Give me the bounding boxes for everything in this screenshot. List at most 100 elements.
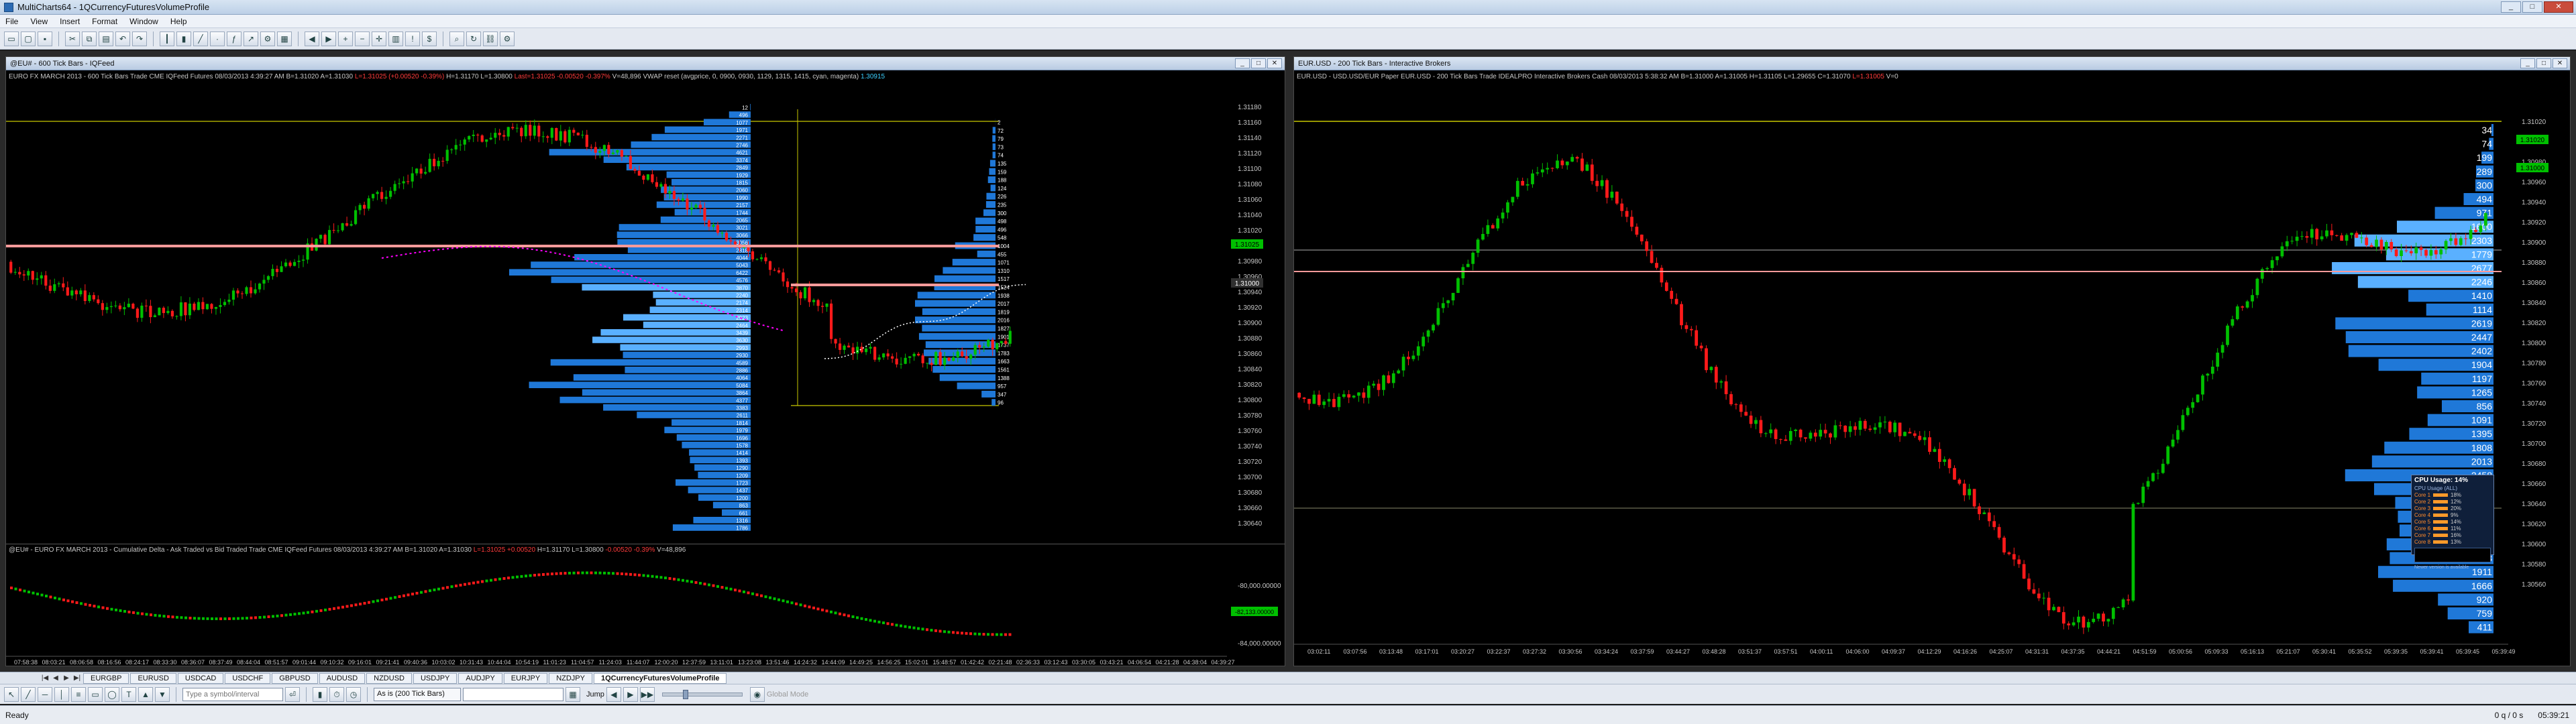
link-icon[interactable]: ⛓: [483, 31, 498, 46]
go-icon[interactable]: ⏎: [285, 686, 300, 702]
ellipse-icon[interactable]: ◯: [105, 686, 119, 702]
insert-signal-icon[interactable]: ↗: [244, 31, 258, 46]
workspace-tab[interactable]: USDJPY: [413, 672, 458, 684]
symbol-interval-input[interactable]: [182, 687, 283, 701]
cpu-core-row: Core 5 14%: [2412, 518, 2493, 525]
fibonacci-icon[interactable]: ≡: [71, 686, 86, 702]
date-jump-input[interactable]: [463, 687, 564, 701]
workspace-tab[interactable]: AUDJPY: [458, 672, 502, 684]
magnifier-icon[interactable]: ⌕: [449, 31, 464, 46]
session-icon[interactable]: ◷: [346, 686, 361, 702]
workspace-tab[interactable]: NZDUSD: [366, 672, 412, 684]
workspace-tab[interactable]: AUDUSD: [319, 672, 366, 684]
crosshair-icon[interactable]: ✛: [372, 31, 386, 46]
tab-prev-icon[interactable]: ◀: [51, 674, 60, 682]
line-chart-icon[interactable]: ╱: [193, 31, 208, 46]
workspace-tab[interactable]: NZDJPY: [549, 672, 592, 684]
workspace-tab[interactable]: 1QCurrencyFuturesVolumeProfile: [593, 672, 727, 684]
workspace-tab[interactable]: GBPUSD: [272, 672, 318, 684]
right-price-candle: [1575, 157, 1579, 159]
tab-first-icon[interactable]: |◀: [40, 674, 50, 682]
menu-insert[interactable]: Insert: [60, 17, 80, 26]
insert-study-icon[interactable]: ƒ: [227, 31, 241, 46]
data-window-icon[interactable]: ▥: [388, 31, 403, 46]
cpu-widget-footer[interactable]: Newer version is available: [2412, 565, 2493, 570]
cumulative-delta-bar: [372, 600, 375, 603]
arrow-down-icon[interactable]: ▼: [155, 686, 170, 702]
vertical-line-icon[interactable]: │: [54, 686, 69, 702]
volume-profile-value: 1437: [736, 488, 748, 494]
play-icon[interactable]: ▶: [623, 686, 638, 702]
resolution-icon[interactable]: ⏱: [329, 686, 344, 702]
chart-type-icon[interactable]: ▮: [313, 686, 327, 702]
resolution-select[interactable]: As is (200 Tick Bars): [374, 687, 461, 701]
trendline-icon[interactable]: ╱: [21, 686, 36, 702]
alert-icon[interactable]: !: [405, 31, 420, 46]
order-icon[interactable]: $: [422, 31, 437, 46]
workspace-tab[interactable]: EURJPY: [503, 672, 548, 684]
left-price-candle: [559, 131, 562, 141]
left-price-candle: [568, 129, 571, 143]
rectangle-icon[interactable]: ▭: [88, 686, 103, 702]
format-icon[interactable]: ⚙: [260, 31, 275, 46]
fast-forward-icon[interactable]: ▶▶: [639, 686, 655, 702]
right-chart-window[interactable]: EUR.USD - 200 Tick Bars - Interactive Br…: [1293, 56, 2571, 666]
left-price-candle: [262, 280, 266, 284]
workspace-tab[interactable]: EURGBP: [83, 672, 129, 684]
left-price-chart[interactable]: 1.31180 1.31160 1.31140 1.31120 1.31100 1.310…: [6, 57, 1286, 667]
save-icon[interactable]: ▪: [38, 31, 52, 46]
calendar-icon[interactable]: ▦: [566, 686, 580, 702]
undo-icon[interactable]: ↶: [115, 31, 130, 46]
cut-icon[interactable]: ✂: [65, 31, 80, 46]
cpu-usage-widget[interactable]: CPU Usage: 14% CPU Usage (ALL) Core 1 18%…: [2411, 475, 2494, 570]
open-icon[interactable]: ▢: [21, 31, 36, 46]
zoom-out-icon[interactable]: −: [355, 31, 370, 46]
dot-chart-icon[interactable]: ·: [210, 31, 225, 46]
slider-thumb[interactable]: [682, 689, 688, 699]
paste-icon[interactable]: ▤: [99, 31, 113, 46]
tab-next-icon[interactable]: ▶: [62, 674, 71, 682]
workspace-tab[interactable]: EURUSD: [130, 672, 176, 684]
copy-icon[interactable]: ⧉: [82, 31, 97, 46]
jump-button[interactable]: Jump: [586, 690, 604, 699]
bar-chart-icon[interactable]: ┃: [160, 31, 174, 46]
cumulative-delta-bar: [272, 615, 274, 618]
settings-icon[interactable]: ⚙: [500, 31, 515, 46]
volume-profile-value: 411: [2477, 622, 2493, 633]
zoom-in-icon[interactable]: +: [338, 31, 353, 46]
menu-file[interactable]: File: [5, 17, 18, 26]
arrow-up-icon[interactable]: ▲: [138, 686, 153, 702]
left-chart-window[interactable]: @EU# - 600 Tick Bars - IQFeed _ □ ✕ EURO…: [5, 56, 1285, 666]
right-price-candle: [1754, 420, 1758, 424]
workspace-tab[interactable]: USDCHF: [225, 672, 271, 684]
scroll-left-icon[interactable]: ◀: [305, 31, 319, 46]
scroll-right-icon[interactable]: ▶: [321, 31, 336, 46]
pointer-icon[interactable]: ↖: [4, 686, 19, 702]
workspace-tab[interactable]: USDCAD: [177, 672, 224, 684]
right-price-chart[interactable]: 1.310201.310001.309801.309601.309401.309…: [1294, 57, 2571, 667]
menu-format[interactable]: Format: [92, 17, 117, 26]
right-price-candle: [2077, 616, 2080, 623]
minimize-button[interactable]: _: [2501, 1, 2521, 13]
text-tool-icon[interactable]: T: [121, 686, 136, 702]
play-back-icon[interactable]: ◀: [606, 686, 621, 702]
new-chart-icon[interactable]: ▭: [4, 31, 19, 46]
right-price-candle: [1625, 210, 1629, 217]
close-button[interactable]: ✕: [2544, 1, 2573, 13]
global-mode-label[interactable]: Global Mode: [767, 690, 808, 699]
cumulative-delta-bar: [407, 593, 410, 597]
menu-window[interactable]: Window: [129, 17, 158, 26]
menu-help[interactable]: Help: [170, 17, 187, 26]
session-profile-bar: [981, 390, 996, 398]
redo-icon[interactable]: ↷: [132, 31, 147, 46]
cumulative-delta-bar: [485, 579, 488, 583]
candle-chart-icon[interactable]: ▮: [176, 31, 191, 46]
playback-speed-slider[interactable]: [661, 689, 743, 699]
refresh-icon[interactable]: ↻: [466, 31, 481, 46]
maximize-button[interactable]: □: [2522, 1, 2542, 13]
menu-view[interactable]: View: [30, 17, 48, 26]
tab-last-icon[interactable]: ▶|: [72, 674, 82, 682]
grid-icon[interactable]: ▦: [277, 31, 292, 46]
global-mode-icon[interactable]: ◉: [749, 686, 765, 702]
horizontal-line-icon[interactable]: ─: [38, 686, 52, 702]
